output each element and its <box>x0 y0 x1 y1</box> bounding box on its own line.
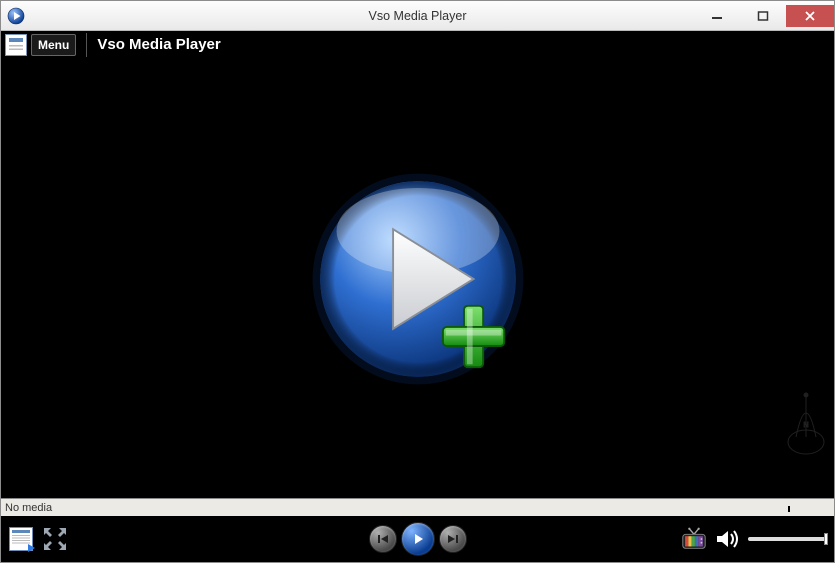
previous-button[interactable] <box>369 525 397 553</box>
playlist-icon <box>9 527 33 551</box>
fullscreen-icon <box>42 526 68 552</box>
app-window: Vso Media Player Menu Vso Media Player <box>0 0 835 563</box>
play-button[interactable] <box>401 522 435 556</box>
watermark-icon: N <box>784 387 828 462</box>
video-area: N <box>1 59 834 498</box>
next-button[interactable] <box>439 525 467 553</box>
playlist-button[interactable] <box>7 525 35 553</box>
titlebar: Vso Media Player <box>1 1 834 31</box>
volume-thumb[interactable] <box>824 533 828 545</box>
next-icon <box>446 532 460 546</box>
previous-icon <box>376 532 390 546</box>
playlist-document-icon[interactable] <box>5 34 27 56</box>
menubar: Menu Vso Media Player <box>1 31 834 59</box>
svg-text:N: N <box>803 422 808 429</box>
open-play-button[interactable] <box>303 164 533 394</box>
close-button[interactable] <box>786 5 834 27</box>
volume-button[interactable] <box>714 525 742 553</box>
app-icon <box>7 7 25 25</box>
volume-slider[interactable] <box>748 537 828 541</box>
control-bar <box>1 516 834 562</box>
play-icon <box>410 531 426 547</box>
status-text: No media <box>5 502 52 514</box>
tv-icon <box>680 526 708 552</box>
app-title-label: Vso Media Player <box>86 33 220 57</box>
minimize-button[interactable] <box>694 5 740 27</box>
tv-button[interactable] <box>680 525 708 553</box>
maximize-button[interactable] <box>740 5 786 27</box>
status-bar: No media <box>1 498 834 516</box>
window-controls <box>694 5 834 27</box>
seek-bar[interactable] <box>56 499 830 516</box>
fullscreen-button[interactable] <box>41 525 69 553</box>
menu-button[interactable]: Menu <box>31 34 76 56</box>
volume-icon <box>715 528 741 550</box>
